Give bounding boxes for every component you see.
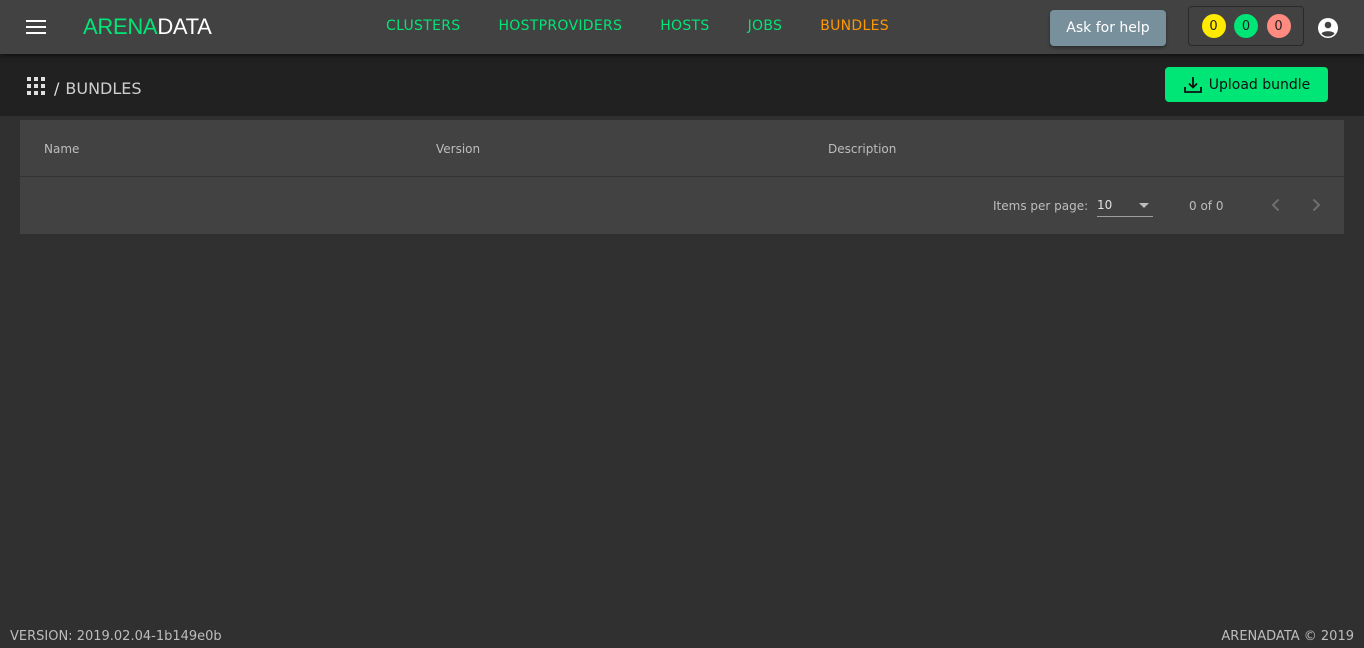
main-nav: CLUSTERS HOSTPROVIDERS HOSTS JOBS BUNDLE…: [386, 18, 889, 34]
upload-bundle-button[interactable]: Upload bundle: [1165, 67, 1328, 102]
ask-for-help-button[interactable]: Ask for help: [1050, 10, 1166, 46]
success-jobs-badge[interactable]: 0: [1234, 14, 1258, 38]
next-page-button[interactable]: [1304, 193, 1328, 217]
items-per-page-label: Items per page:: [993, 199, 1089, 213]
logo-part-data: DATA: [157, 14, 212, 39]
account-button[interactable]: [1316, 16, 1340, 40]
items-per-page-select[interactable]: 10: [1097, 195, 1153, 217]
dropdown-arrow-icon: [1139, 203, 1149, 208]
page-toolbar: [0, 54, 1364, 116]
account-circle-icon: [1318, 18, 1338, 38]
apps-grid-icon: [27, 77, 45, 95]
upload-bundle-label: Upload bundle: [1208, 76, 1311, 93]
table-header-row: Name Version Description: [20, 120, 1344, 177]
breadcrumb: / BUNDLES: [54, 79, 142, 98]
breadcrumb-separator: /: [54, 79, 60, 98]
items-per-page-value: 10: [1097, 198, 1113, 212]
version-label: VERSION: 2019.02.04-1b149e0b: [10, 629, 222, 644]
nav-clusters[interactable]: CLUSTERS: [386, 18, 460, 34]
copyright-label: ARENADATA © 2019: [1221, 629, 1354, 644]
nav-hosts[interactable]: HOSTS: [660, 18, 709, 34]
breadcrumb-current: BUNDLES: [65, 79, 142, 98]
bundles-table: Name Version Description Items per page:…: [20, 120, 1344, 234]
top-app-bar: ARENADATA CLUSTERS HOSTPROVIDERS HOSTS J…: [0, 0, 1364, 54]
logo-part-arena: ARENA: [83, 14, 158, 39]
nav-hostproviders[interactable]: HOSTPROVIDERS: [498, 18, 622, 34]
job-counters: 0 0 0: [1188, 6, 1304, 46]
column-header-description[interactable]: Description: [828, 142, 896, 156]
apps-button[interactable]: [27, 77, 45, 95]
failed-jobs-badge[interactable]: 0: [1266, 14, 1291, 38]
column-header-version[interactable]: Version: [436, 142, 480, 156]
nav-jobs[interactable]: JOBS: [748, 18, 783, 34]
paginator: Items per page: 10 0 of 0: [20, 177, 1344, 234]
chevron-right-icon: [1312, 198, 1321, 212]
menu-icon: [26, 20, 46, 34]
arenadata-logo[interactable]: ARENADATA: [83, 14, 212, 40]
page-range-label: 0 of 0: [1189, 199, 1224, 213]
chevron-left-icon: [1271, 198, 1280, 212]
previous-page-button[interactable]: [1264, 193, 1288, 217]
download-tray-icon: [1183, 76, 1202, 93]
menu-button[interactable]: [20, 11, 52, 43]
running-jobs-badge[interactable]: 0: [1201, 14, 1226, 38]
nav-bundles[interactable]: BUNDLES: [820, 18, 889, 34]
column-header-name[interactable]: Name: [44, 142, 79, 156]
